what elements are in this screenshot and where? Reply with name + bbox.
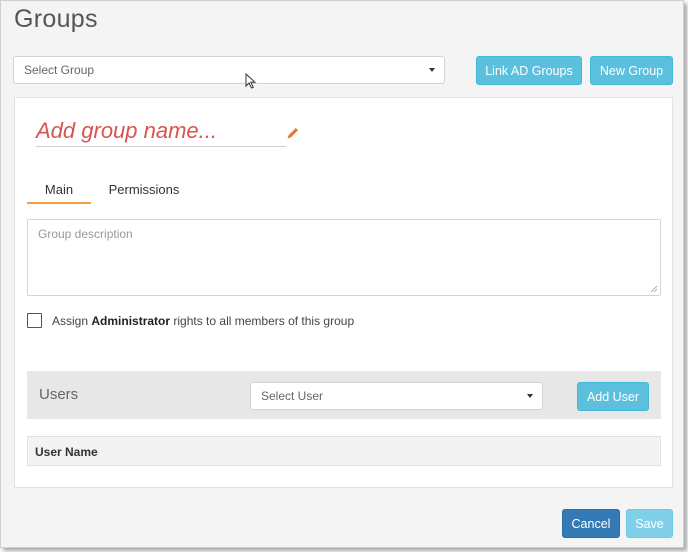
pencil-icon[interactable] xyxy=(286,126,300,140)
tab-permissions[interactable]: Permissions xyxy=(107,177,181,202)
group-name-input[interactable]: Add group name... xyxy=(36,116,286,147)
group-select[interactable]: Select Group xyxy=(13,56,445,84)
mouse-pointer-icon xyxy=(245,73,257,89)
cancel-button[interactable]: Cancel xyxy=(562,509,620,538)
admin-rights-checkbox[interactable] xyxy=(27,313,42,328)
resize-handle-icon[interactable] xyxy=(650,285,658,293)
chevron-down-icon xyxy=(429,68,435,72)
groups-window: Groups Select Group Link AD Groups New G… xyxy=(0,0,684,548)
column-header-user-name[interactable]: User Name xyxy=(35,445,98,459)
users-heading: Users xyxy=(39,386,79,403)
users-table-header: User Name xyxy=(27,436,661,466)
add-user-button[interactable]: Add User xyxy=(577,382,649,411)
tab-main[interactable]: Main xyxy=(27,177,91,204)
admin-rights-label: Assign Administrator rights to all membe… xyxy=(52,314,355,328)
group-description-field[interactable]: Group description xyxy=(27,219,661,296)
link-ad-groups-button[interactable]: Link AD Groups xyxy=(476,56,582,85)
chevron-down-icon xyxy=(527,394,533,398)
group-select-value: Select Group xyxy=(24,63,95,77)
new-group-button[interactable]: New Group xyxy=(590,56,673,85)
save-button[interactable]: Save xyxy=(626,509,673,538)
group-description-placeholder: Group description xyxy=(38,227,133,241)
page-title: Groups xyxy=(14,5,98,33)
user-select[interactable]: Select User xyxy=(250,382,543,410)
group-editor-panel: Add group name... Main Permissions Group… xyxy=(14,97,673,488)
user-select-value: Select User xyxy=(261,389,324,403)
users-toolbar: Users Select User Add User xyxy=(27,371,661,419)
